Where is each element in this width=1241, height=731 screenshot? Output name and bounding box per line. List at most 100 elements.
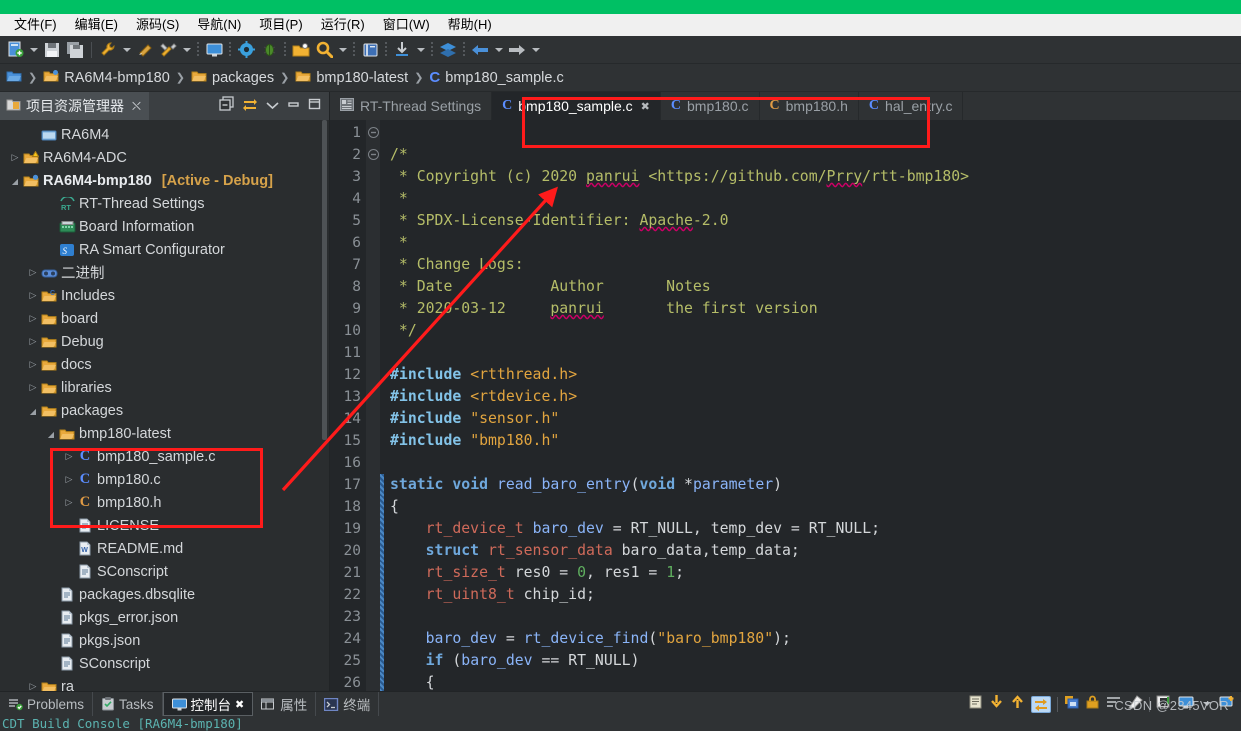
tree-item-includes[interactable]: CIncludes [0,284,329,307]
breadcrumb-file[interactable]: C bmp180_sample.c [429,69,563,86]
code-line[interactable]: baro_dev = rt_device_find("baro_bmp180")… [390,628,1241,650]
code-line[interactable]: * Change Logs: [390,254,1241,276]
build-tools-icon[interactable] [157,39,179,61]
code-line[interactable]: #include "bmp180.h" [390,430,1241,452]
tree-item-ra[interactable]: ra [0,675,329,691]
expand-arrow-icon-closed[interactable] [26,681,40,691]
code-line[interactable]: #include "sensor.h" [390,408,1241,430]
project-explorer-tab[interactable]: 项目资源管理器 ⛌ [0,92,149,120]
code-line[interactable] [390,342,1241,364]
tree-item-bmp180-h[interactable]: Cbmp180.h [0,491,329,514]
expand-arrow-icon-open[interactable] [26,406,40,416]
minimize-icon[interactable] [287,97,300,115]
tree-item-readme-md[interactable]: WREADME.md [0,537,329,560]
save-icon[interactable] [41,39,63,61]
tree-item-sconscript[interactable]: SConscript [0,652,329,675]
dropdown-arrow[interactable] [414,39,427,61]
dropdown-arrow[interactable] [336,39,349,61]
tree-item-sconscript[interactable]: SConscript [0,560,329,583]
expand-arrow-icon-closed[interactable] [26,313,40,324]
expand-arrow-icon-closed[interactable] [8,152,22,163]
tree-item-[interactable]: 二进制 [0,261,329,284]
tab-close-icon[interactable]: ✖ [235,698,244,711]
scroll-up-icon[interactable] [1010,694,1025,714]
code-line[interactable]: static void read_baro_entry(void *parame… [390,474,1241,496]
save-all-icon[interactable] [64,39,86,61]
expand-arrow-icon-closed[interactable] [26,290,40,301]
console-icon[interactable] [203,39,225,61]
code-line[interactable]: rt_size_t res0 = 0, res1 = 1; [390,562,1241,584]
breadcrumb-workspace[interactable] [6,69,22,87]
code-line[interactable]: */ [390,320,1241,342]
settings-gear-icon[interactable] [235,39,257,61]
dropdown-arrow[interactable] [492,39,505,61]
expand-arrow-icon-open[interactable] [8,176,22,186]
menu-edit[interactable]: 编辑(E) [67,15,126,35]
tree-item-board-information[interactable]: Board Information [0,215,329,238]
breadcrumb-bmp180-latest[interactable]: bmp180-latest [295,69,408,87]
code-line[interactable]: * 2020-03-12 panrui the first version [390,298,1241,320]
code-line[interactable]: * [390,188,1241,210]
folding-gutter[interactable] [366,120,380,691]
clear-console-icon[interactable] [968,695,983,714]
menu-run[interactable]: 运行(R) [313,15,373,35]
tree-item-docs[interactable]: docs [0,353,329,376]
tree-item-ra6m4-bmp180[interactable]: RA6M4-bmp180[Active - Debug] [0,169,329,192]
forward-arrow-icon[interactable] [506,39,528,61]
bottom-tab-properties[interactable]: 属性 [253,692,316,716]
code-line[interactable] [390,606,1241,628]
code-line[interactable]: rt_device_t baro_dev = RT_NULL, temp_dev… [390,518,1241,540]
bottom-tab-problems[interactable]: Problems [0,692,93,716]
code-line[interactable]: * Copyright (c) 2020 panrui <https://git… [390,166,1241,188]
expand-arrow-icon-closed[interactable] [26,359,40,370]
dropdown-arrow[interactable] [27,39,40,61]
debug-last-icon[interactable] [134,39,156,61]
menu-project[interactable]: 项目(P) [251,15,310,35]
tree-item-ra6m4-adc[interactable]: RA6M4-ADC [0,146,329,169]
code-line[interactable]: #include <rtthread.h> [390,364,1241,386]
menu-source[interactable]: 源码(S) [128,15,187,35]
code-line[interactable] [390,452,1241,474]
editor-tab-bmp180-c[interactable]: Cbmp180.c [661,92,760,120]
pin-console-icon[interactable] [1064,695,1079,714]
dropdown-arrow[interactable] [120,39,133,61]
back-arrow-icon[interactable] [469,39,491,61]
layers-icon[interactable] [437,39,459,61]
expand-arrow-icon-closed[interactable] [26,382,40,393]
editor-tab-hal-entry-c[interactable]: Chal_entry.c [859,92,964,120]
tree-item-pkgs-json[interactable]: pkgs.json [0,629,329,652]
code-line[interactable]: struct rt_sensor_data baro_data,temp_dat… [390,540,1241,562]
dropdown-arrow[interactable] [180,39,193,61]
project-tree[interactable]: RA6M4RA6M4-ADCRA6M4-bmp180[Active - Debu… [0,120,329,691]
tree-item-bmp180-c[interactable]: Cbmp180.c [0,468,329,491]
scroll-lock-icon[interactable] [1031,696,1051,713]
view-menu-icon[interactable] [266,97,279,115]
tree-item-rt-thread-settings[interactable]: RTRT-Thread Settings [0,192,329,215]
collapse-all-icon[interactable] [219,96,234,116]
close-icon[interactable]: ⛌ [132,99,141,114]
bottom-tab-console[interactable]: 控制台✖ [163,692,254,716]
expand-arrow-icon-open[interactable] [44,429,58,439]
open-resource-icon[interactable] [290,39,312,61]
maximize-icon[interactable] [308,97,321,115]
tree-item-pkgs-error-json[interactable]: pkgs_error.json [0,606,329,629]
code-line[interactable]: if (baro_dev == RT_NULL) [390,650,1241,672]
code-editor[interactable]: 1234567891011121314151617181920212223242… [330,120,1241,691]
dropdown-arrow[interactable] [529,39,542,61]
menu-window[interactable]: 窗口(W) [375,15,438,35]
tree-item-ra6m4[interactable]: RA6M4 [0,123,329,146]
fold-collapse-icon[interactable] [366,144,380,166]
debug-bug-icon[interactable] [258,39,280,61]
tree-item-ra-smart-configurator[interactable]: SRA Smart Configurator [0,238,329,261]
link-with-editor-icon[interactable] [242,97,258,116]
tree-item-debug[interactable]: Debug [0,330,329,353]
expand-arrow-icon-closed[interactable] [26,336,40,347]
tree-item-license[interactable]: LICENSE [0,514,329,537]
expand-arrow-icon-closed[interactable] [62,474,76,485]
code-line[interactable]: #include <rtdevice.h> [390,386,1241,408]
menu-navigate[interactable]: 导航(N) [189,15,249,35]
tree-item-libraries[interactable]: libraries [0,376,329,399]
code-line[interactable]: { [390,496,1241,518]
book-icon[interactable] [359,39,381,61]
breadcrumb-packages[interactable]: packages [191,69,274,87]
